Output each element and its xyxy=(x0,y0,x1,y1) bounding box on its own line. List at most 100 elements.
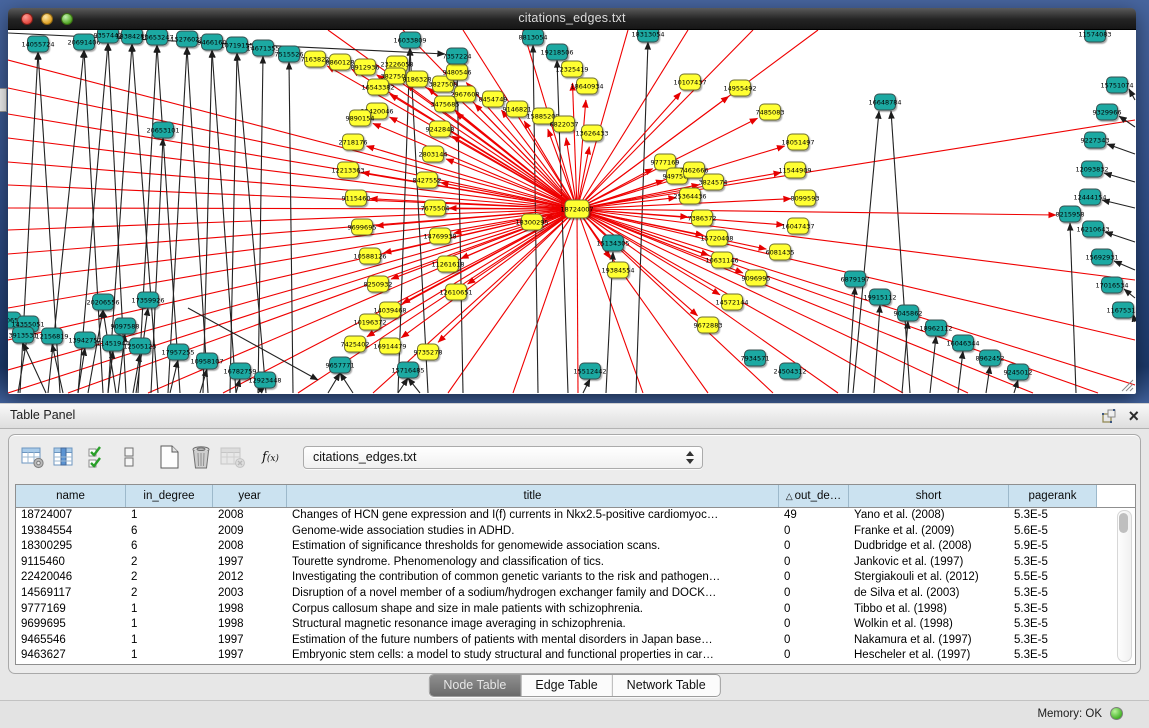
column-header-title[interactable]: title xyxy=(287,485,779,507)
table-panel-header: Table Panel × xyxy=(0,403,1149,429)
graph-edge xyxy=(1114,261,1135,270)
table-settings-button[interactable] xyxy=(19,444,46,470)
tab-node-table[interactable]: Node Table xyxy=(429,675,520,696)
delete-table-button[interactable] xyxy=(187,444,214,470)
graph-node-label: 20206556 xyxy=(86,298,119,306)
graph-edge xyxy=(930,336,936,393)
graph-node-label: 12610651 xyxy=(439,288,472,296)
cell-year: 1998 xyxy=(213,602,287,618)
graph-node-label: 12923448 xyxy=(248,376,281,384)
tab-network-table[interactable]: Network Table xyxy=(612,675,720,696)
graph-node-label: 17957255 xyxy=(161,348,194,356)
column-header-name[interactable]: name xyxy=(16,485,126,507)
cell-year: 2008 xyxy=(213,539,287,555)
graph-node-label: 15512442 xyxy=(573,367,606,375)
graph-node-label: 8912936 xyxy=(351,63,380,71)
function-builder-icon[interactable]: f(x) xyxy=(257,444,284,470)
table-row[interactable]: 1872400712008Changes of HCN gene express… xyxy=(16,508,1135,524)
table-scrollbar[interactable] xyxy=(1117,510,1132,662)
cell-out_degree: 0 xyxy=(779,586,849,602)
table-row[interactable]: 1456911722003Disruption of a novel membe… xyxy=(16,586,1135,602)
table-scrollbar-thumb[interactable] xyxy=(1119,513,1128,533)
cell-in_degree: 1 xyxy=(126,602,213,618)
tab-edge-table[interactable]: Edge Table xyxy=(520,675,611,696)
column-header-short[interactable]: short xyxy=(849,485,1009,507)
resize-grip[interactable] xyxy=(1118,376,1134,392)
graph-node-label: 8215958 xyxy=(1056,210,1085,218)
close-panel-icon[interactable]: × xyxy=(1128,405,1139,427)
table-header-row: namein_degreeyeartitle△out_de…shortpager… xyxy=(16,485,1135,508)
graph-node-label: 9242848 xyxy=(426,125,455,133)
graph-edge xyxy=(958,351,963,393)
cell-out_degree: 0 xyxy=(779,570,849,586)
graph-node-label: 12444154 xyxy=(1073,193,1106,201)
graph-edge xyxy=(230,53,237,393)
selected-table-name: citations_edges.txt xyxy=(313,450,417,464)
cell-title: Investigating the contribution of common… xyxy=(287,570,779,586)
float-panel-icon[interactable] xyxy=(1102,409,1116,423)
table-row[interactable]: 1830029562008Estimation of significance … xyxy=(16,539,1135,555)
graph-node-label: 8962452 xyxy=(976,354,1005,362)
table-row[interactable]: 969969511998Structural magnetic resonanc… xyxy=(16,617,1135,633)
graph-edge xyxy=(577,209,578,393)
cell-short: Tibbo et al. (1998) xyxy=(849,602,1009,618)
table-row[interactable]: 977716911998Corpus callosum shape and si… xyxy=(16,602,1135,618)
graph-node-label: 18300295 xyxy=(515,218,548,226)
graph-node-label: 7485083 xyxy=(756,108,785,116)
network-view-window: citations_edges.txt 18724007716382288601… xyxy=(8,8,1136,393)
select-all-button[interactable] xyxy=(83,444,110,470)
desktop-background: citations_edges.txt 18724007716382288601… xyxy=(0,0,1149,403)
column-header-pagerank[interactable]: pagerank xyxy=(1009,485,1097,507)
graph-node-label: 14955492 xyxy=(723,84,756,92)
cell-in_degree: 1 xyxy=(126,648,213,664)
graph-edge xyxy=(986,366,990,393)
graph-node-label: 10588126 xyxy=(353,252,386,260)
graph-node-label: 18724007 xyxy=(560,205,593,213)
window-titlebar[interactable]: citations_edges.txt xyxy=(8,8,1136,30)
column-header-out_degree[interactable]: △out_de… xyxy=(779,485,849,507)
graph-edge xyxy=(1119,116,1135,127)
column-header-in_degree[interactable]: in_degree xyxy=(126,485,213,507)
cell-short: Jankovic et al. (1997) xyxy=(849,555,1009,571)
graph-node-label: 15692931 xyxy=(1085,253,1118,261)
table-row[interactable]: 946554611997Estimation of the future num… xyxy=(16,633,1135,649)
graph-node-label: 18051497 xyxy=(781,138,814,146)
table-row[interactable]: 946362711997Embryonic stem cells: a mode… xyxy=(16,648,1135,664)
graph-edge xyxy=(577,209,1135,280)
cell-pagerank: 5.3E-5 xyxy=(1009,648,1097,664)
cell-in_degree: 1 xyxy=(126,617,213,633)
network-view[interactable]: 1872400771638228860128891293623226058382… xyxy=(8,30,1136,394)
deselect-all-button[interactable] xyxy=(115,444,142,470)
cell-short: Franke et al. (2009) xyxy=(849,524,1009,540)
show-columns-button[interactable] xyxy=(51,444,78,470)
graph-node-label: 8813054 xyxy=(519,33,548,41)
graph-edge xyxy=(340,373,353,393)
graph-edge xyxy=(1105,232,1135,242)
graph-node-label: 9115460 xyxy=(342,194,371,202)
cell-pagerank: 5.5E-5 xyxy=(1009,570,1097,586)
create-table-button[interactable] xyxy=(155,444,182,470)
graph-node-label: 15134305 xyxy=(596,239,629,247)
memory-ok-indicator xyxy=(1110,707,1123,720)
table-select-dropdown[interactable]: citations_edges.txt xyxy=(303,446,703,469)
graph-edge xyxy=(8,162,577,209)
graph-node-label: 16914479 xyxy=(373,342,406,350)
graph-node-label: 9045862 xyxy=(894,309,923,317)
graph-node-label: 15751074 xyxy=(1100,81,1133,89)
network-canvas[interactable]: 1872400771638228860128891293623226058382… xyxy=(8,30,1136,394)
cell-in_degree: 6 xyxy=(126,524,213,540)
graph-node-label: 14572144 xyxy=(715,298,748,306)
cell-pagerank: 5.3E-5 xyxy=(1009,555,1097,571)
graph-edge xyxy=(23,343,46,393)
table-row[interactable]: 2242004622012Investigating the contribut… xyxy=(16,570,1135,586)
graph-node-label: 15720408 xyxy=(700,234,733,242)
cell-in_degree: 2 xyxy=(126,570,213,586)
graph-node-label: 11675313 xyxy=(1106,306,1136,314)
table-row[interactable]: 911546021997Tourette syndrome. Phenomeno… xyxy=(16,555,1135,571)
cell-name: 9115460 xyxy=(16,555,126,571)
graph-node-label: 9480546 xyxy=(443,68,472,76)
cell-title: Structural magnetic resonance image aver… xyxy=(287,617,779,633)
column-header-year[interactable]: year xyxy=(213,485,287,507)
graph-node-label: 9097588 xyxy=(111,322,140,330)
table-row[interactable]: 1938455462009Genome-wide association stu… xyxy=(16,524,1135,540)
